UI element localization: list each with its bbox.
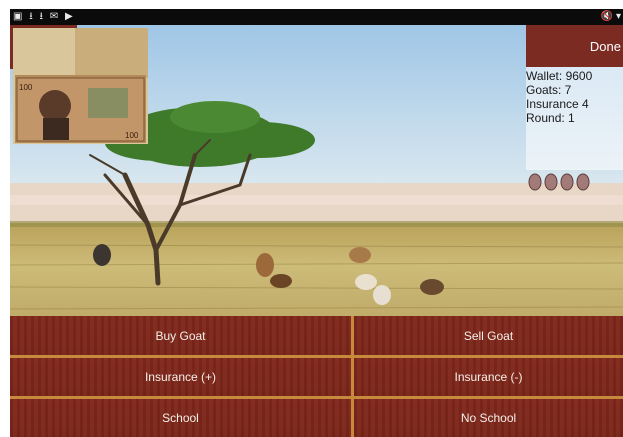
grassland — [10, 223, 623, 330]
wallet-stat: Wallet: 9600 — [526, 69, 593, 83]
action-buttons: Buy Goat Sell Goat Insurance (+) Insuran… — [10, 316, 623, 437]
round-markers — [528, 172, 598, 192]
egg-marker-icon — [560, 173, 574, 191]
goats-stat: Goats: 7 — [526, 83, 572, 97]
insurance-stat: Insurance 4 — [526, 97, 589, 111]
school-button[interactable]: School — [10, 399, 351, 437]
banknote-denomination-left: 100 — [19, 83, 33, 92]
buy-goat-button[interactable]: Buy Goat — [10, 316, 351, 355]
sell-goat-button[interactable]: Sell Goat — [354, 316, 623, 355]
stats-panel: Wallet: 9600 Goats: 7 Insurance 4 Round:… — [526, 67, 623, 170]
no-school-button[interactable]: No School — [354, 399, 623, 437]
notification-icons: ▣ ⭳ ⭳ ✉ ▶ — [13, 11, 75, 22]
egg-marker-icon — [528, 173, 542, 191]
banknote-denomination-right: 100 — [125, 131, 139, 140]
insurance-minus-button[interactable]: Insurance (-) — [354, 358, 623, 396]
grid-divider — [10, 396, 623, 399]
insurance-plus-button[interactable]: Insurance (+) — [10, 358, 351, 396]
grid-divider — [10, 355, 623, 358]
status-bar: ▣ ⭳ ⭳ ✉ ▶ 🔇 ▾ — [10, 9, 623, 25]
game-screen: ▣ ⭳ ⭳ ✉ ▶ 🔇 ▾ 100 100 Done Wallet: 9600 … — [10, 9, 623, 437]
done-button[interactable]: Done — [526, 25, 623, 67]
round-stat: Round: 1 — [526, 111, 575, 125]
grid-divider — [351, 316, 354, 437]
system-icons: 🔇 ▾ — [600, 11, 621, 22]
egg-marker-icon — [576, 173, 590, 191]
banknote-image: 100 100 — [13, 28, 148, 144]
egg-marker-icon — [544, 173, 558, 191]
